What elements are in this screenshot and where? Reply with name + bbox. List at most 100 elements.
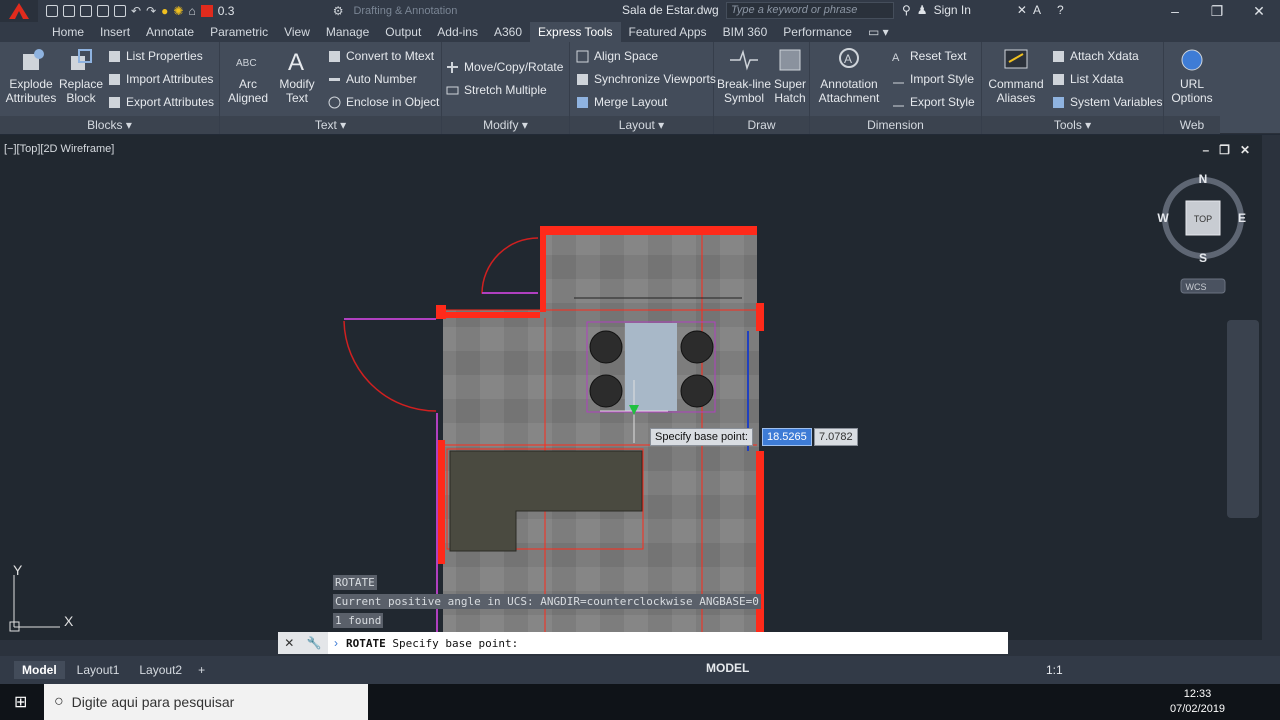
chair[interactable] bbox=[680, 374, 714, 408]
convert-to-mtext-button[interactable]: Convert to Mtext bbox=[328, 47, 434, 65]
drawing-viewport[interactable]: [−][Top][2D Wireframe] – ❐ ✕ Y X TOP N S… bbox=[0, 135, 1262, 640]
chair[interactable] bbox=[680, 330, 714, 364]
explode-attributes-button[interactable]: Explode Attributes bbox=[4, 46, 58, 105]
lock-icon[interactable]: ⌂ bbox=[188, 4, 195, 18]
chair[interactable] bbox=[589, 330, 623, 364]
add-layout-icon[interactable]: + bbox=[198, 663, 205, 677]
panel-title-modify[interactable]: Modify ▾ bbox=[442, 116, 569, 134]
wrench-icon[interactable]: 🔧 bbox=[307, 636, 322, 650]
break-line-symbol-button[interactable]: Break-line Symbol bbox=[716, 46, 772, 105]
tab-bim-360[interactable]: BIM 360 bbox=[715, 22, 776, 42]
tab-a360[interactable]: A360 bbox=[486, 22, 530, 42]
auto-number-button[interactable]: Auto Number bbox=[328, 70, 417, 88]
panel-title-blocks[interactable]: Blocks ▾ bbox=[0, 116, 219, 134]
panel-title-layout[interactable]: Layout ▾ bbox=[570, 116, 713, 134]
windows-start-icon[interactable]: ⊞ bbox=[14, 692, 27, 712]
layout-tab-layout2[interactable]: Layout2 bbox=[131, 661, 190, 679]
tab-insert[interactable]: Insert bbox=[92, 22, 138, 42]
tab-manage[interactable]: Manage bbox=[318, 22, 377, 42]
annotation-scale[interactable]: 1:1 bbox=[1046, 663, 1063, 677]
layout-tab-model[interactable]: Model bbox=[14, 661, 65, 679]
stretch-multiple-button[interactable]: Stretch Multiple bbox=[446, 81, 547, 99]
minimize-icon[interactable]: – bbox=[1154, 0, 1196, 22]
taskbar-search[interactable]: ○ Digite aqui para pesquisar bbox=[44, 684, 368, 720]
save-as-icon[interactable] bbox=[97, 5, 109, 17]
super-hatch-button[interactable]: Super Hatch bbox=[772, 46, 808, 105]
undo-icon[interactable]: ↶ bbox=[131, 4, 141, 18]
list-xdata-button[interactable]: List Xdata bbox=[1052, 70, 1123, 88]
redo-icon[interactable]: ↷ bbox=[146, 4, 156, 18]
merge-layout-button[interactable]: Merge Layout bbox=[576, 93, 667, 111]
move-copy-rotate-button[interactable]: Move/Copy/Rotate bbox=[446, 58, 563, 76]
export-attributes-button[interactable]: Export Attributes bbox=[108, 93, 214, 111]
tab-featured-apps[interactable]: Featured Apps bbox=[621, 22, 715, 42]
align-space-button[interactable]: Align Space bbox=[576, 47, 658, 65]
command-close-icon[interactable]: ✕ bbox=[284, 636, 294, 650]
system-variables-button[interactable]: System Variables bbox=[1052, 93, 1162, 111]
application-menu-button[interactable] bbox=[0, 0, 38, 22]
cortana-icon: ○ bbox=[54, 693, 64, 710]
new-icon[interactable] bbox=[46, 5, 58, 17]
compass-west[interactable]: W bbox=[1157, 211, 1169, 225]
exchange-icon[interactable]: ✕ bbox=[1017, 3, 1027, 17]
gear-icon[interactable]: ⚙ bbox=[333, 4, 344, 18]
tab-add-ins[interactable]: Add-ins bbox=[429, 22, 486, 42]
attach-xdata-button[interactable]: Attach Xdata bbox=[1052, 47, 1139, 65]
taskbar-clock[interactable]: 12:33 07/02/2019 bbox=[1170, 687, 1225, 717]
command-aliases-button[interactable]: Command Aliases bbox=[984, 46, 1048, 105]
tab-overflow-icon[interactable]: ▭ ▾ bbox=[860, 22, 897, 42]
dynamic-input-y[interactable]: 7.0782 bbox=[814, 428, 858, 446]
tab-parametric[interactable]: Parametric bbox=[202, 22, 276, 42]
layer-value[interactable]: 0.3 bbox=[218, 4, 328, 18]
panel-title-tools[interactable]: Tools ▾ bbox=[982, 116, 1163, 134]
restore-icon[interactable]: ❐ bbox=[1196, 0, 1238, 22]
save-icon[interactable] bbox=[80, 5, 92, 17]
enclose-in-object-button[interactable]: Enclose in Object bbox=[328, 93, 439, 111]
open-icon[interactable] bbox=[63, 5, 75, 17]
export-style-button[interactable]: Export Style bbox=[892, 93, 975, 111]
annotation-attachment-button[interactable]: A Annotation Attachment bbox=[812, 46, 886, 105]
autodesk-app-icon[interactable]: A bbox=[1033, 3, 1041, 17]
sign-in-area[interactable]: ⚲ ♟ Sign In ✕ A ? bbox=[902, 3, 1064, 17]
tab-performance[interactable]: Performance bbox=[775, 22, 860, 42]
sun-icon[interactable]: ✺ bbox=[173, 4, 183, 18]
binoculars-icon[interactable]: ⚲ bbox=[902, 3, 911, 17]
layer-color-swatch[interactable] bbox=[200, 5, 213, 17]
command-line[interactable]: ✕ 🔧 › ROTATE Specify base point: bbox=[278, 632, 1008, 654]
import-attributes-button[interactable]: Import Attributes bbox=[108, 70, 213, 88]
panel-tools: Command Aliases Attach Xdata List Xdata … bbox=[982, 42, 1164, 134]
compass-south[interactable]: S bbox=[1199, 251, 1207, 265]
arc-aligned-button[interactable]: ABC Arc Aligned bbox=[224, 46, 272, 105]
close-icon[interactable]: ✕ bbox=[1238, 0, 1280, 22]
reset-text-button[interactable]: A Reset Text bbox=[892, 47, 966, 65]
import-style-button[interactable]: Import Style bbox=[892, 70, 974, 88]
print-icon[interactable] bbox=[114, 5, 126, 17]
workspace-selector[interactable]: Drafting & Annotation bbox=[353, 5, 513, 17]
layout-tab-layout1[interactable]: Layout1 bbox=[69, 661, 128, 679]
tab-annotate[interactable]: Annotate bbox=[138, 22, 202, 42]
search-input[interactable]: Type a keyword or phrase bbox=[726, 2, 894, 19]
chair[interactable] bbox=[589, 374, 623, 408]
help-icon[interactable]: ? bbox=[1057, 3, 1064, 17]
synchronize-viewports-button[interactable]: Synchronize Viewports bbox=[576, 70, 716, 88]
navigation-bar[interactable] bbox=[1227, 320, 1259, 518]
panel-title-text[interactable]: Text ▾ bbox=[220, 116, 441, 134]
url-options-button[interactable]: URL Options bbox=[1168, 46, 1216, 105]
command-input[interactable]: ROTATE Specify base point: bbox=[346, 637, 518, 650]
compass-east[interactable]: E bbox=[1238, 211, 1246, 225]
sign-in-label[interactable]: Sign In bbox=[934, 3, 971, 17]
list-properties-button[interactable]: List Properties bbox=[108, 47, 203, 65]
tab-view[interactable]: View bbox=[276, 22, 318, 42]
vertical-scrollbar[interactable] bbox=[1262, 135, 1280, 640]
dining-table[interactable] bbox=[625, 323, 677, 411]
tab-express-tools[interactable]: Express Tools bbox=[530, 22, 621, 42]
tab-output[interactable]: Output bbox=[377, 22, 429, 42]
bulb-icon[interactable]: ● bbox=[161, 4, 168, 18]
panel-web: URL Options Web bbox=[1164, 42, 1220, 134]
modify-text-button[interactable]: A Modify Text bbox=[274, 46, 320, 105]
compass-north[interactable]: N bbox=[1199, 172, 1208, 186]
replace-block-button[interactable]: Replace Block bbox=[58, 46, 104, 105]
tab-home[interactable]: Home bbox=[44, 22, 92, 42]
dynamic-input-x[interactable]: 18.5265 bbox=[762, 428, 812, 446]
model-space-button[interactable]: MODEL bbox=[706, 661, 749, 675]
